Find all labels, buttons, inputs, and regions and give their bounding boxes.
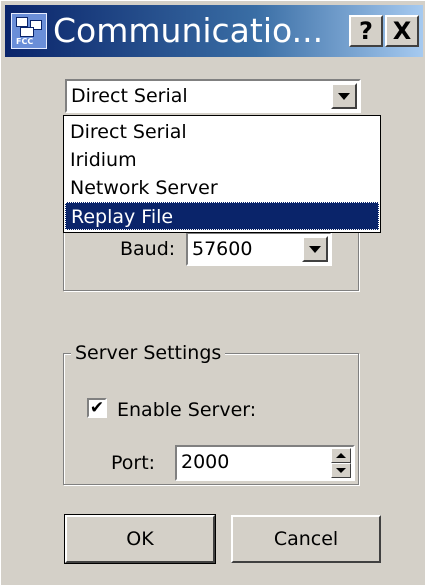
title-bar[interactable]: FCC Communicatio... ? X — [5, 5, 423, 57]
baud-label: Baud: — [120, 238, 176, 260]
chevron-down-icon — [338, 93, 350, 100]
app-icon: FCC — [11, 13, 47, 49]
arrow-up-icon — [336, 453, 346, 458]
connection-type-select[interactable]: Direct Serial — [65, 79, 361, 113]
baud-dropdown-button[interactable] — [302, 236, 328, 262]
server-settings-legend: Server Settings — [71, 342, 226, 364]
connection-type-value: Direct Serial — [71, 85, 188, 107]
enable-server-label: Enable Server: — [117, 399, 257, 421]
arrow-down-icon — [336, 468, 346, 473]
option-iridium[interactable]: Iridium — [65, 146, 379, 174]
port-increment-button[interactable] — [331, 448, 351, 463]
option-direct-serial[interactable]: Direct Serial — [65, 118, 379, 146]
baud-select[interactable]: 57600 — [186, 232, 332, 266]
close-button[interactable]: X — [385, 15, 419, 47]
cancel-button[interactable]: Cancel — [231, 515, 381, 563]
app-icon-text: FCC — [16, 37, 34, 46]
help-button[interactable]: ? — [349, 15, 383, 47]
enable-server-checkbox[interactable]: ✔ — [87, 398, 107, 418]
port-decrement-button[interactable] — [331, 463, 351, 478]
ok-button[interactable]: OK — [64, 514, 216, 564]
connection-dropdown-button[interactable] — [331, 83, 357, 109]
option-network-server[interactable]: Network Server — [65, 174, 379, 202]
port-stepper[interactable]: 2000 — [175, 445, 355, 481]
window-title: Communicatio... — [53, 11, 324, 50]
communication-dialog: FCC Communicatio... ? X Direct Serial Ba… — [0, 0, 426, 586]
chevron-down-icon — [309, 246, 321, 253]
connection-dropdown-list: Direct Serial Iridium Network Server Rep… — [63, 115, 381, 233]
option-replay-file[interactable]: Replay File — [65, 202, 379, 230]
baud-value: 57600 — [192, 238, 253, 260]
port-value: 2000 — [181, 451, 230, 473]
port-label: Port: — [111, 452, 156, 474]
